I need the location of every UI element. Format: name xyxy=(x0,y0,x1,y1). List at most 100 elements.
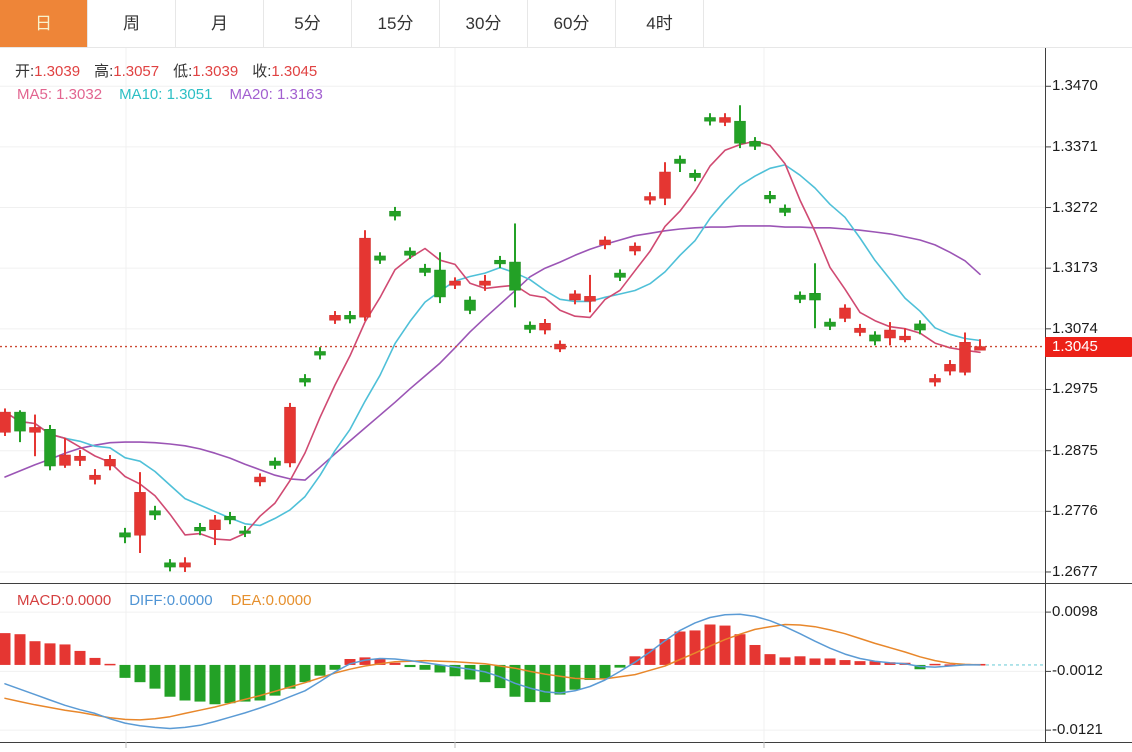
candle-body xyxy=(870,335,881,341)
price-tick-label: 1.2776 xyxy=(1052,502,1130,520)
close-value: 1.3045 xyxy=(271,63,317,80)
candle-body xyxy=(750,141,761,146)
macd-bar xyxy=(90,658,101,665)
candle-body xyxy=(570,294,581,300)
candle-body xyxy=(450,281,461,285)
candle-body xyxy=(855,328,866,332)
candle-body xyxy=(825,322,836,326)
candle-body xyxy=(345,315,356,319)
candle-body xyxy=(780,208,791,212)
price-tick-label: 1.3272 xyxy=(1052,199,1130,217)
candle-body xyxy=(420,268,431,272)
ohlc-open: 开:1.3039 xyxy=(15,60,80,81)
macd-bar xyxy=(735,634,746,665)
macd-bar xyxy=(225,665,236,703)
tab-4时[interactable]: 4时 xyxy=(616,0,704,47)
ma10-line xyxy=(5,165,980,526)
macd-bar xyxy=(210,665,221,704)
macd-bar xyxy=(45,643,56,665)
macd-bar xyxy=(180,665,191,701)
candle-body xyxy=(705,118,716,122)
candle-body xyxy=(795,295,806,299)
candle-body xyxy=(30,427,41,432)
candle-body xyxy=(105,459,116,466)
ohlc-high: 高:1.3057 xyxy=(94,60,159,81)
macd-bar xyxy=(600,665,611,678)
macd-bar xyxy=(420,665,431,670)
macd-bar xyxy=(540,665,551,702)
tab-月[interactable]: 月 xyxy=(176,0,264,47)
macd-bar xyxy=(135,665,146,682)
candle-body xyxy=(135,492,146,535)
macd-bar xyxy=(285,665,296,689)
candle-body xyxy=(120,533,131,537)
price-tick-label: 1.3470 xyxy=(1052,77,1130,95)
macd-legend: MACD:0.0000 DIFF:0.0000 DEA:0.0000 xyxy=(17,592,325,609)
candle-body xyxy=(150,511,161,515)
diff-value-legend: DIFF:0.0000 xyxy=(129,592,212,609)
macd-bar xyxy=(300,665,311,682)
tab-日[interactable]: 日 xyxy=(0,0,88,47)
ma10-legend: MA10: 1.3051 xyxy=(119,86,212,103)
timeframe-tabbar: 日周月5分15分30分60分4时 xyxy=(0,0,1132,48)
candle-body xyxy=(390,211,401,216)
macd-bar xyxy=(60,644,71,664)
macd-bar xyxy=(465,665,476,680)
candle-body xyxy=(615,273,626,277)
candle-body xyxy=(15,412,26,431)
price-tick-label: 1.3371 xyxy=(1052,138,1130,156)
tab-5分[interactable]: 5分 xyxy=(264,0,352,47)
current-price-badge: 1.3045 xyxy=(1045,337,1132,357)
candle-body xyxy=(720,118,731,123)
tab-30分[interactable]: 30分 xyxy=(440,0,528,47)
candle-body xyxy=(90,475,101,479)
candle-body xyxy=(255,477,266,482)
candle-body xyxy=(330,315,341,320)
candle-body xyxy=(180,563,191,567)
candle-body xyxy=(75,456,86,460)
candle-body xyxy=(465,300,476,310)
macd-bar xyxy=(105,664,116,666)
price-tick-label: 1.3074 xyxy=(1052,320,1130,338)
macd-tick-label: -0.0012 xyxy=(1052,662,1130,680)
ohlc-low: 低:1.3039 xyxy=(173,60,238,81)
price-tick-label: 1.2875 xyxy=(1052,442,1130,460)
candle-wick xyxy=(34,415,36,457)
ma20-legend: MA20: 1.3163 xyxy=(229,86,322,103)
macd-value-legend: MACD:0.0000 xyxy=(17,592,111,609)
candle-body xyxy=(300,378,311,382)
candle-body xyxy=(900,336,911,340)
candle-body xyxy=(690,173,701,177)
candle-body xyxy=(480,281,491,285)
candle-body xyxy=(405,251,416,255)
ohlc-close: 收:1.3045 xyxy=(252,60,317,81)
macd-bar xyxy=(165,665,176,697)
candle-body xyxy=(645,197,656,201)
tab-60分[interactable]: 60分 xyxy=(528,0,616,47)
chart-canvas[interactable] xyxy=(0,0,1132,752)
candle-body xyxy=(630,246,641,251)
macd-bar xyxy=(810,658,821,664)
tab-15分[interactable]: 15分 xyxy=(352,0,440,47)
macd-bar xyxy=(15,634,26,665)
macd-tick-label: 0.0098 xyxy=(1052,603,1130,621)
candle-body xyxy=(60,455,71,465)
tab-周[interactable]: 周 xyxy=(88,0,176,47)
candle-body xyxy=(240,531,251,534)
low-label: 低: xyxy=(173,63,192,80)
candle-body xyxy=(0,412,11,432)
ma20-line xyxy=(5,226,980,480)
ma-legend: MA5: 1.3032 MA10: 1.3051 MA20: 1.3163 xyxy=(17,86,337,103)
candle-wick xyxy=(904,328,906,342)
macd-bar xyxy=(555,665,566,695)
candle-body xyxy=(735,121,746,143)
candle-body xyxy=(540,323,551,330)
candle-body xyxy=(315,351,326,355)
macd-bar xyxy=(690,630,701,664)
candle-body xyxy=(210,520,221,530)
candle-body xyxy=(195,527,206,531)
macd-tick-label: -0.0121 xyxy=(1052,721,1130,739)
macd-bar xyxy=(840,660,851,665)
macd-bar xyxy=(120,665,131,678)
ohlc-legend: 开:1.3039 高:1.3057 低:1.3039 收:1.3045 xyxy=(15,60,331,81)
